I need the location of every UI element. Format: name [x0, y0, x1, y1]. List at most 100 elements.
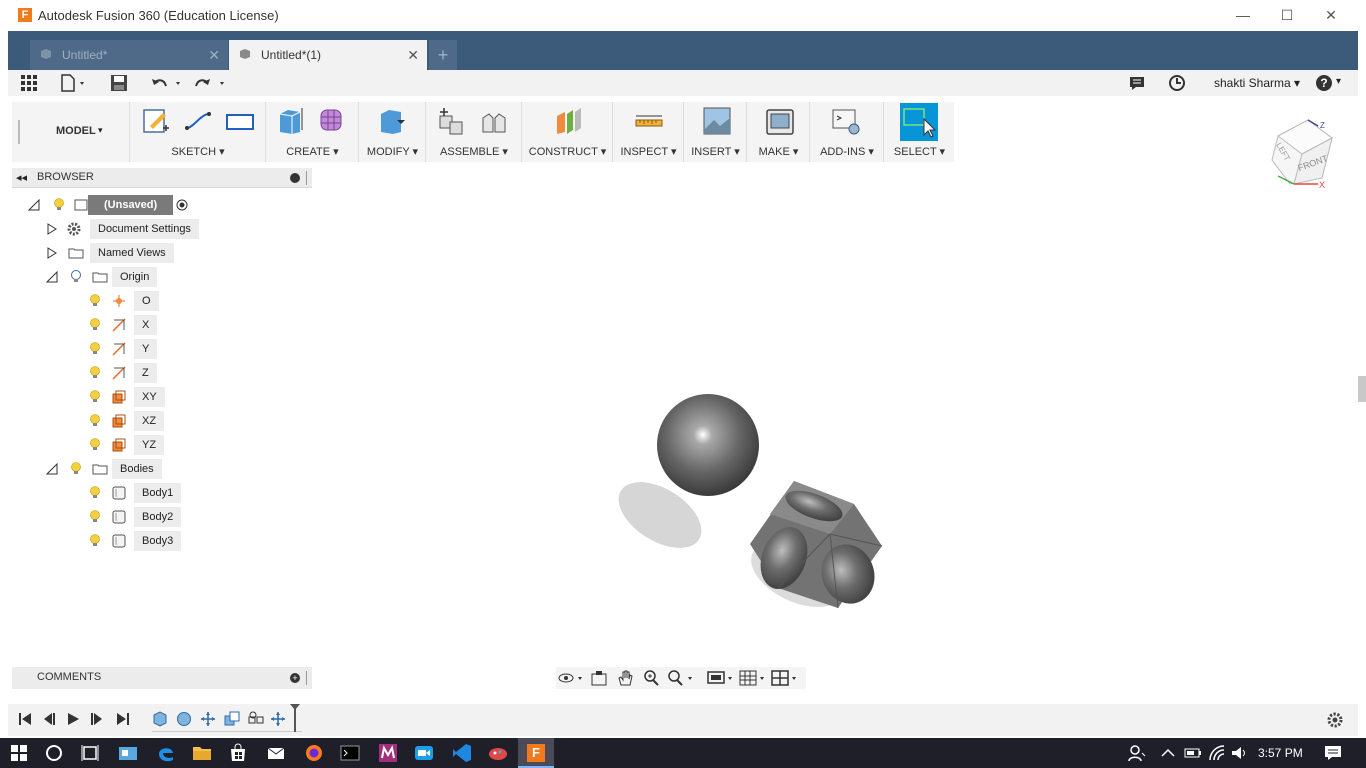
- tree-node-root[interactable]: (Unsaved): [28, 195, 208, 215]
- timeline-move-feature-icon[interactable]: [200, 711, 216, 727]
- visibility-bulb-icon[interactable]: [90, 438, 100, 451]
- browser-panel-header[interactable]: ◂◂ BROWSER: [12, 168, 312, 188]
- wifi-icon[interactable]: [1208, 743, 1226, 763]
- edge-browser-icon[interactable]: [156, 743, 176, 763]
- insert-image-icon[interactable]: [702, 106, 732, 136]
- sphere-body[interactable]: [657, 394, 759, 496]
- browser-grip-icon[interactable]: [306, 171, 308, 185]
- rectangle-icon[interactable]: [225, 106, 255, 136]
- 3d-print-icon[interactable]: [765, 106, 795, 136]
- display-settings-icon[interactable]: [706, 669, 736, 687]
- maximize-button[interactable]: ☐: [1266, 4, 1308, 26]
- ribbon-group-sketch[interactable]: SKETCH ▾: [131, 102, 266, 162]
- visibility-bulb-icon[interactable]: [90, 390, 100, 403]
- file-explorer-icon[interactable]: [192, 743, 212, 763]
- notifications-icon[interactable]: [1128, 74, 1146, 92]
- tree-node-body2[interactable]: Body2: [90, 507, 190, 527]
- joint-icon[interactable]: [479, 106, 509, 136]
- visibility-bulb-icon[interactable]: [90, 318, 100, 331]
- search-circle-icon[interactable]: [44, 743, 64, 763]
- play-icon[interactable]: [66, 712, 80, 726]
- user-account-menu[interactable]: shakti Sharma ▾: [1214, 76, 1300, 90]
- tree-node-x-axis[interactable]: X: [90, 315, 170, 335]
- document-tab-untitled[interactable]: Untitled* ✕: [30, 40, 228, 70]
- volume-icon[interactable]: [1230, 743, 1248, 763]
- redo-icon[interactable]: [194, 74, 228, 92]
- viewport-scroll-indicator[interactable]: [1358, 376, 1366, 402]
- mathtype-icon[interactable]: [378, 743, 398, 763]
- dimpled-cube-body[interactable]: [750, 481, 883, 611]
- tree-node-origin-point[interactable]: O: [90, 291, 170, 311]
- expand-triangle-icon[interactable]: [46, 223, 58, 235]
- visibility-bulb-icon[interactable]: [90, 486, 100, 499]
- tree-node-origin[interactable]: Origin: [46, 267, 206, 287]
- timeline-marker-icon[interactable]: [290, 704, 300, 732]
- go-to-end-icon[interactable]: [116, 712, 130, 726]
- pan-hand-icon[interactable]: [616, 669, 634, 687]
- close-window-button[interactable]: ✕: [1310, 4, 1352, 26]
- activate-radio-icon[interactable]: [176, 199, 188, 211]
- add-comment-icon[interactable]: +: [290, 673, 300, 683]
- tree-node-body3[interactable]: Body3: [90, 531, 190, 551]
- visibility-bulb-icon[interactable]: [90, 414, 100, 427]
- tree-node-document-settings[interactable]: Document Settings: [46, 219, 206, 239]
- action-center-icon[interactable]: [1324, 743, 1342, 763]
- ribbon-group-add-ins[interactable]: ADD-INS ▾: [811, 102, 884, 162]
- step-back-icon[interactable]: [42, 712, 56, 726]
- browser-minimize-icon[interactable]: [290, 173, 300, 183]
- mail-icon[interactable]: [266, 743, 286, 763]
- timeline-combine-feature-icon[interactable]: [224, 711, 240, 727]
- visibility-bulb-icon[interactable]: [54, 198, 64, 211]
- fusion360-taskbar-button[interactable]: F: [518, 738, 554, 768]
- firefox-icon[interactable]: [304, 743, 324, 763]
- viewports-icon[interactable]: [770, 669, 800, 687]
- people-icon[interactable]: [1128, 743, 1146, 763]
- fit-zoom-window-icon[interactable]: [666, 669, 696, 687]
- orbit-icon[interactable]: [558, 669, 584, 687]
- timeline-box-feature-icon[interactable]: [152, 711, 168, 727]
- store-app-icon[interactable]: [118, 743, 138, 763]
- extrude-icon[interactable]: [275, 106, 305, 136]
- scripts-add-ins-icon[interactable]: [831, 106, 861, 136]
- ribbon-group-modify[interactable]: MODIFY ▾: [360, 102, 426, 162]
- timeline-move-feature-icon[interactable]: [270, 711, 286, 727]
- comments-grip-icon[interactable]: [306, 671, 308, 685]
- new-component-icon[interactable]: [436, 106, 466, 136]
- expand-triangle-icon[interactable]: [46, 247, 58, 259]
- comments-panel-header[interactable]: COMMENTS +: [12, 667, 312, 689]
- visibility-bulb-icon[interactable]: [90, 534, 100, 547]
- tree-node-named-views[interactable]: Named Views: [46, 243, 206, 263]
- save-icon[interactable]: [110, 74, 128, 92]
- data-panel-grid-icon[interactable]: [20, 74, 38, 92]
- form-icon[interactable]: [317, 106, 347, 136]
- tree-node-bodies[interactable]: Bodies: [46, 459, 206, 479]
- select-tool-button[interactable]: [900, 103, 938, 141]
- ribbon-group-inspect[interactable]: INSPECT ▾: [614, 102, 684, 162]
- press-pull-icon[interactable]: [377, 106, 407, 136]
- paint-app-icon[interactable]: [488, 743, 508, 763]
- timeline-pattern-feature-icon[interactable]: [248, 711, 264, 727]
- collapse-triangle-icon[interactable]: [46, 463, 58, 475]
- ribbon-group-select[interactable]: SELECT ▾: [885, 102, 954, 162]
- minimize-button[interactable]: —: [1222, 4, 1264, 26]
- grid-snaps-icon[interactable]: [738, 669, 768, 687]
- visibility-bulb-icon[interactable]: [71, 462, 81, 475]
- task-view-icon[interactable]: [80, 743, 100, 763]
- windows-start-icon[interactable]: [10, 743, 28, 763]
- timeline-feature-track[interactable]: [152, 704, 302, 732]
- measure-icon[interactable]: [634, 106, 664, 136]
- show-hidden-icons-chevron-icon[interactable]: [1160, 743, 1176, 763]
- tree-node-y-axis[interactable]: Y: [90, 339, 170, 359]
- timeline-settings-gear-icon[interactable]: [1326, 711, 1344, 729]
- tree-node-xz-plane[interactable]: XZ: [90, 411, 180, 431]
- visibility-bulb-icon[interactable]: [90, 366, 100, 379]
- video-camera-icon[interactable]: [414, 743, 434, 763]
- timeline-sphere-feature-icon[interactable]: [176, 711, 192, 727]
- workspace-switcher[interactable]: MODEL ▾: [12, 102, 130, 162]
- visibility-bulb-icon[interactable]: [90, 294, 100, 307]
- microsoft-store-icon[interactable]: [228, 743, 248, 763]
- tab-close-icon[interactable]: ✕: [208, 40, 220, 70]
- new-tab-button[interactable]: +: [429, 40, 457, 70]
- tab-close-icon[interactable]: ✕: [407, 40, 419, 70]
- viewcube[interactable]: LEFT FRONT Z X: [1271, 119, 1333, 190]
